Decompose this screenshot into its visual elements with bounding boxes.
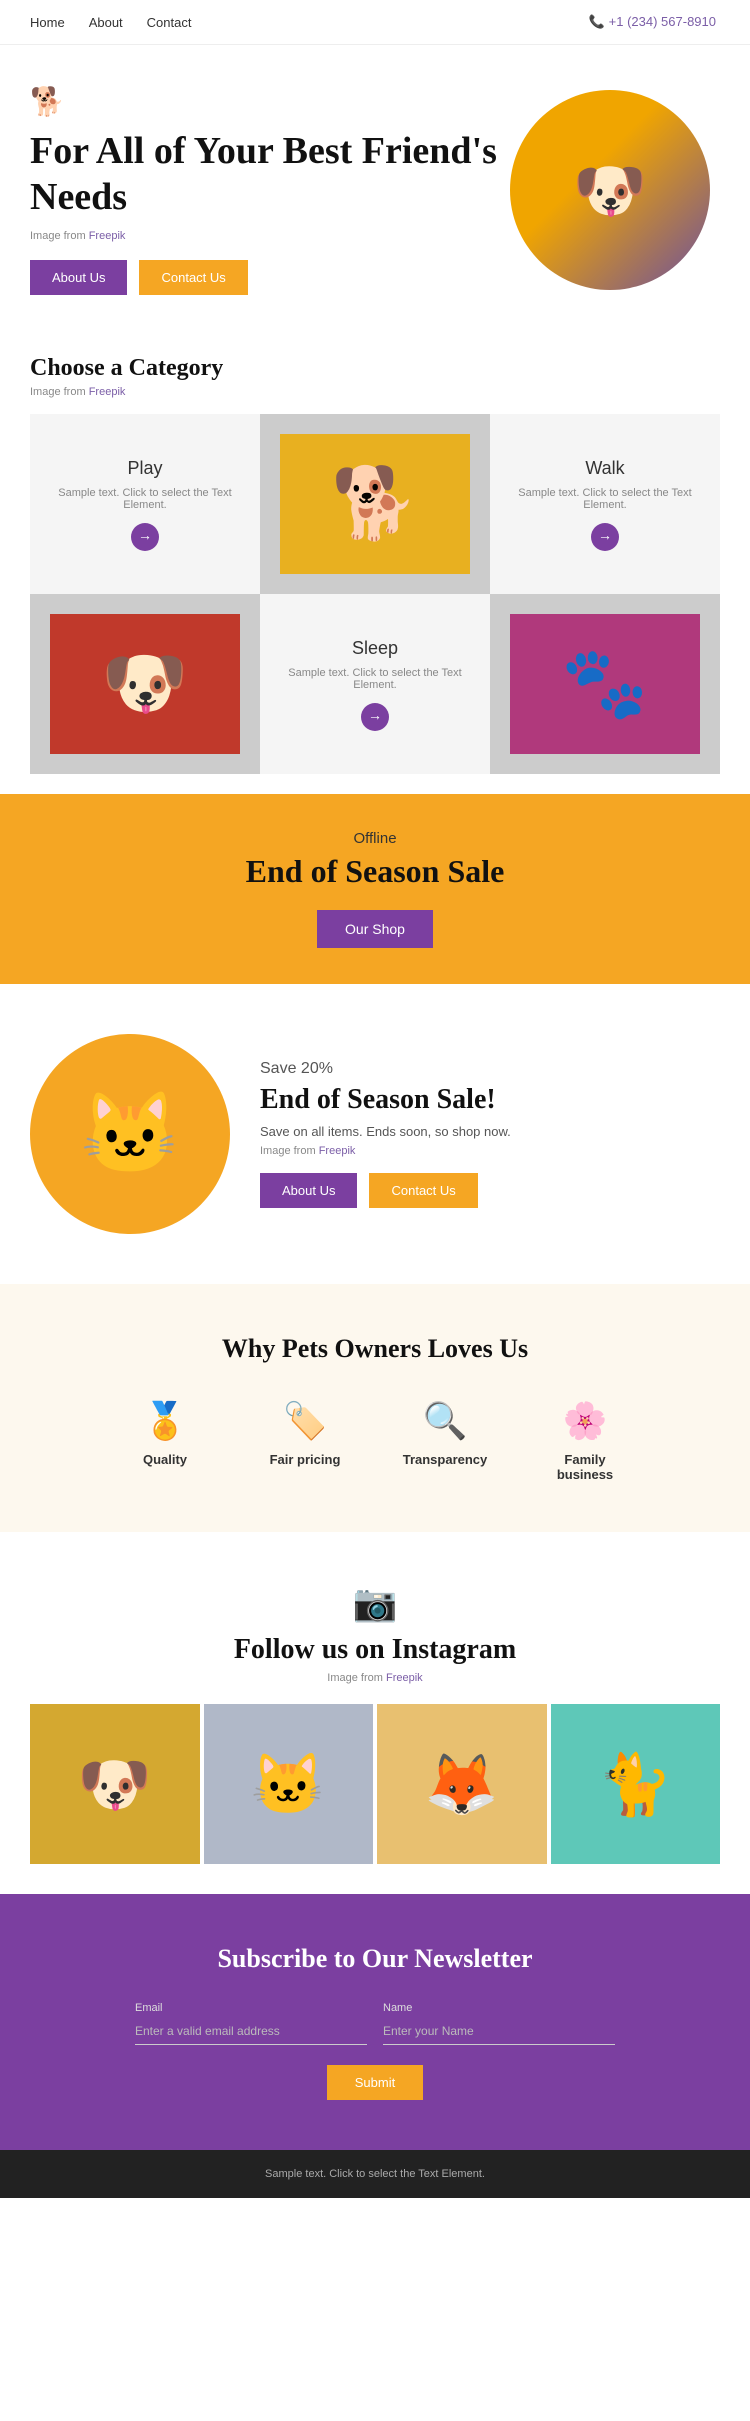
category-image-credit: Image from Freepik — [30, 386, 720, 398]
cat-contact-button[interactable]: Contact Us — [369, 1173, 477, 1208]
name-label: Name — [383, 2002, 412, 2014]
sale-label: Offline — [30, 830, 720, 847]
instagram-grid: 🐶 🐱 🦊 🐈 — [30, 1704, 720, 1864]
why-grid: 🏅 Quality 🏷️ Fair pricing 🔍 Transparency… — [30, 1400, 720, 1482]
nav-phone: 📞+1 (234) 567-8910 — [588, 14, 720, 30]
newsletter-title: Subscribe to Our Newsletter — [30, 1944, 720, 1974]
play-title: Play — [127, 458, 162, 479]
cat-freepik-link[interactable]: Freepik — [319, 1145, 356, 1157]
category-sleep[interactable]: Sleep Sample text. Click to select the T… — [260, 594, 490, 774]
category-grid: Play Sample text. Click to select the Te… — [30, 414, 720, 774]
category-bulldog-image: 🐶 — [30, 594, 260, 774]
hero-title: For All of Your Best Friend's Needs — [30, 129, 500, 220]
beagle-photo: 🐕 — [280, 434, 470, 574]
hero-about-button[interactable]: About Us — [30, 260, 127, 295]
nav-about[interactable]: About — [89, 15, 123, 30]
newsletter-input-row: Email Name — [135, 2002, 615, 2045]
hero-image-credit: Image from Freepik — [30, 230, 500, 242]
sleep-title: Sleep — [352, 638, 398, 659]
hero-right: 🐶 — [500, 90, 720, 290]
category-freepik-link[interactable]: Freepik — [89, 386, 126, 398]
category-walk[interactable]: Walk Sample text. Click to select the Te… — [490, 414, 720, 594]
footer-text: Sample text. Click to select the Text El… — [265, 2168, 485, 2180]
category-beagle-image: 🐕 — [260, 414, 490, 594]
footer: Sample text. Click to select the Text El… — [0, 2150, 750, 2198]
hero-buttons: About Us Contact Us — [30, 260, 500, 295]
name-group: Name — [383, 2002, 615, 2045]
fair-pricing-icon: 🏷️ — [283, 1400, 328, 1442]
cat-image-credit: Image from Freepik — [260, 1145, 720, 1157]
category-section: Choose a Category Image from Freepik Pla… — [0, 315, 750, 794]
transparency-label: Transparency — [403, 1452, 488, 1467]
why-fair-pricing: 🏷️ Fair pricing — [255, 1400, 355, 1482]
nav-links: Home About Contact — [30, 15, 191, 30]
hero-contact-button[interactable]: Contact Us — [139, 260, 247, 295]
name-input[interactable] — [383, 2018, 615, 2045]
why-section: Why Pets Owners Loves Us 🏅 Quality 🏷️ Fa… — [0, 1284, 750, 1532]
sale-title: End of Season Sale — [30, 853, 720, 890]
hero-dog-circle: 🐶 — [510, 90, 710, 290]
hero-freepik-link[interactable]: Freepik — [89, 230, 126, 242]
instagram-section: 📷 Follow us on Instagram Image from Free… — [0, 1532, 750, 1894]
cat-save-text: Save 20% — [260, 1060, 720, 1078]
nav-contact[interactable]: Contact — [147, 15, 192, 30]
play-text: Sample text. Click to select the Text El… — [50, 487, 240, 511]
category-title: Choose a Category — [30, 355, 720, 382]
why-quality: 🏅 Quality — [115, 1400, 215, 1482]
cat-circle-image: 🐱 — [30, 1034, 230, 1234]
cat-sale-title: End of Season Sale! — [260, 1084, 720, 1116]
why-title: Why Pets Owners Loves Us — [30, 1334, 720, 1364]
family-business-label: Family business — [535, 1452, 635, 1482]
instagram-title: Follow us on Instagram — [30, 1634, 720, 1666]
newsletter-form: Email Name Submit — [30, 2002, 720, 2100]
sleep-text: Sample text. Click to select the Text El… — [280, 667, 470, 691]
puppy-photo: 🐾 — [510, 614, 700, 754]
insta-photo-1[interactable]: 🐶 — [30, 1704, 200, 1864]
bulldog-photo: 🐶 — [50, 614, 240, 754]
quality-icon: 🏅 — [143, 1400, 188, 1442]
instagram-icon: 📷 — [30, 1582, 720, 1624]
phone-icon: 📞 — [588, 14, 604, 29]
email-label: Email — [135, 2002, 163, 2014]
quality-label: Quality — [143, 1452, 187, 1467]
submit-button[interactable]: Submit — [327, 2065, 423, 2100]
insta-photo-4[interactable]: 🐈 — [551, 1704, 721, 1864]
walk-arrow[interactable]: → — [591, 523, 619, 551]
transparency-icon: 🔍 — [423, 1400, 468, 1442]
family-business-icon: 🌸 — [563, 1400, 608, 1442]
instagram-freepik-link[interactable]: Freepik — [386, 1672, 423, 1684]
fair-pricing-label: Fair pricing — [270, 1452, 341, 1467]
category-play[interactable]: Play Sample text. Click to select the Te… — [30, 414, 260, 594]
cat-desc: Save on all items. Ends soon, so shop no… — [260, 1124, 720, 1139]
sale-banner: Offline End of Season Sale Our Shop — [0, 794, 750, 984]
sleep-arrow[interactable]: → — [361, 703, 389, 731]
cat-info: Save 20% End of Season Sale! Save on all… — [260, 1060, 720, 1208]
our-shop-button[interactable]: Our Shop — [317, 910, 433, 948]
hero-dog-image: 🐶 — [510, 90, 710, 290]
newsletter-section: Subscribe to Our Newsletter Email Name S… — [0, 1894, 750, 2150]
hero-pet-icon: 🐕 — [30, 85, 500, 119]
walk-text: Sample text. Click to select the Text El… — [510, 487, 700, 511]
hero-left: 🐕 For All of Your Best Friend's Needs Im… — [30, 85, 500, 295]
insta-photo-3[interactable]: 🦊 — [377, 1704, 547, 1864]
nav-home[interactable]: Home — [30, 15, 65, 30]
why-transparency: 🔍 Transparency — [395, 1400, 495, 1482]
instagram-image-credit: Image from Freepik — [30, 1672, 720, 1684]
why-family-business: 🌸 Family business — [535, 1400, 635, 1482]
walk-title: Walk — [585, 458, 624, 479]
cat-sale-section: 🐱 Save 20% End of Season Sale! Save on a… — [0, 984, 750, 1284]
email-input[interactable] — [135, 2018, 367, 2045]
cat-about-button[interactable]: About Us — [260, 1173, 357, 1208]
navbar: Home About Contact 📞+1 (234) 567-8910 — [0, 0, 750, 45]
insta-photo-2[interactable]: 🐱 — [204, 1704, 374, 1864]
cat-buttons: About Us Contact Us — [260, 1173, 720, 1208]
email-group: Email — [135, 2002, 367, 2045]
play-arrow[interactable]: → — [131, 523, 159, 551]
category-puppy-image: 🐾 — [490, 594, 720, 774]
hero-section: 🐕 For All of Your Best Friend's Needs Im… — [0, 45, 750, 315]
